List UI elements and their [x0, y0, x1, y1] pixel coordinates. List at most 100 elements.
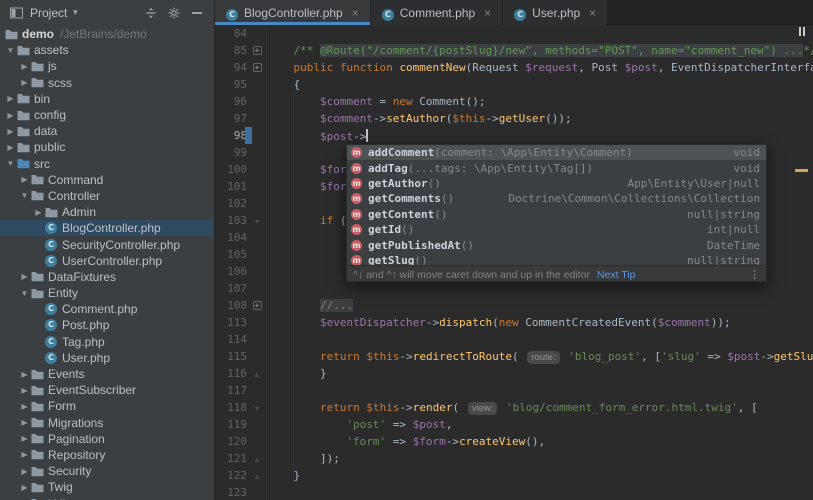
settings-gear-icon[interactable]: [165, 5, 183, 21]
chevron-expanded-icon[interactable]: ▼: [19, 191, 30, 200]
chevron-collapsed-icon[interactable]: ▶: [19, 272, 30, 281]
chevron-collapsed-icon[interactable]: ▶: [19, 450, 30, 459]
chevron-collapsed-icon[interactable]: ▶: [19, 418, 30, 427]
completion-item-addcomment[interactable]: maddComment(comment: \App\Entity\Comment…: [347, 145, 766, 160]
tree-item-tag-php[interactable]: CTag.php: [0, 334, 214, 350]
tab-close-icon[interactable]: ×: [352, 7, 359, 19]
chevron-expanded-icon[interactable]: ▼: [5, 46, 16, 55]
fold-expand-down-icon[interactable]: ▿: [254, 217, 259, 227]
tree-item-form[interactable]: ▶Form: [0, 398, 214, 414]
chevron-collapsed-icon[interactable]: ▶: [19, 175, 30, 184]
chevron-down-icon[interactable]: ▼: [71, 8, 79, 17]
tree-item-user-php[interactable]: CUser.php: [0, 350, 214, 366]
code-line-97[interactable]: 97$comment->setAuthor($this->getUser());: [215, 110, 813, 127]
tree-item-twig[interactable]: ▶Twig: [0, 479, 214, 495]
tree-item-repository[interactable]: ▶Repository: [0, 447, 214, 463]
tab-comment-php[interactable]: CComment.php×: [371, 0, 502, 25]
tree-item-command[interactable]: ▶Command: [0, 172, 214, 188]
tree-item-post-php[interactable]: CPost.php: [0, 317, 214, 333]
code-line-116[interactable]: 116▵}: [215, 365, 813, 382]
code-line-113[interactable]: 113$eventDispatcher->dispatch(new Commen…: [215, 314, 813, 331]
fold-expand-up-icon[interactable]: ▵: [254, 455, 259, 465]
tree-item-config[interactable]: ▶config: [0, 107, 214, 123]
chevron-collapsed-icon[interactable]: ▶: [5, 127, 16, 136]
project-panel-title[interactable]: Project: [30, 6, 67, 20]
completion-item-getid[interactable]: mgetId()int|null: [347, 222, 766, 237]
next-tip-link[interactable]: Next Tip: [597, 269, 636, 281]
tab-close-icon[interactable]: ×: [484, 7, 491, 19]
completion-item-getslug[interactable]: mgetSlug()null|string: [347, 253, 766, 265]
tree-item-pagination[interactable]: ▶Pagination: [0, 431, 214, 447]
tree-item-entity[interactable]: ▼Entity: [0, 285, 214, 301]
inspection-marks-icon[interactable]: [799, 27, 805, 36]
tab-close-icon[interactable]: ×: [589, 7, 596, 19]
code-line-120[interactable]: 120'form' => $form->createView(),: [215, 433, 813, 450]
chevron-collapsed-icon[interactable]: ▶: [19, 370, 30, 379]
chevron-collapsed-icon[interactable]: ▶: [19, 386, 30, 395]
fold-collapsed-icon[interactable]: +: [253, 301, 262, 310]
chevron-collapsed-icon[interactable]: ▶: [5, 143, 16, 152]
fold-expand-up-icon[interactable]: ▵: [254, 472, 259, 482]
fold-expand-down-icon[interactable]: ▿: [254, 404, 259, 414]
chevron-collapsed-icon[interactable]: ▶: [5, 111, 16, 120]
tree-item-datafixtures[interactable]: ▶DataFixtures: [0, 269, 214, 285]
tree-item-assets[interactable]: ▼assets: [0, 42, 214, 58]
chevron-expanded-icon[interactable]: ▼: [19, 289, 30, 298]
code-line-121[interactable]: 121▵]);: [215, 450, 813, 467]
code-line-84[interactable]: 84: [215, 25, 813, 42]
tree-item-data[interactable]: ▶data: [0, 123, 214, 139]
tree-item-events[interactable]: ▶Events: [0, 366, 214, 382]
tree-item-usercontroller-php[interactable]: CUserController.php: [0, 253, 214, 269]
tree-item-eventsubscriber[interactable]: ▶EventSubscriber: [0, 382, 214, 398]
tree-item-bin[interactable]: ▶bin: [0, 91, 214, 107]
tree-item-scss[interactable]: ▶scss: [0, 75, 214, 91]
fold-expand-up-icon[interactable]: ▵: [254, 370, 259, 380]
code-line-98[interactable]: 98$post->: [215, 127, 813, 144]
completion-item-getauthor[interactable]: mgetAuthor()App\Entity\User|null: [347, 176, 766, 191]
code-line-119[interactable]: 119'post' => $post,: [215, 416, 813, 433]
code-line-96[interactable]: 96$comment = new Comment();: [215, 93, 813, 110]
chevron-collapsed-icon[interactable]: ▶: [19, 467, 30, 476]
tree-item-comment-php[interactable]: CComment.php: [0, 301, 214, 317]
project-pane-icon[interactable]: [7, 5, 25, 21]
tree-item-blogcontroller-php[interactable]: CBlogController.php: [0, 220, 214, 236]
collapse-panels-icon[interactable]: [142, 5, 160, 21]
hide-panel-icon[interactable]: [188, 5, 206, 21]
code-line-114[interactable]: 114: [215, 331, 813, 348]
tree-item-security[interactable]: ▶Security: [0, 463, 214, 479]
code-line-123[interactable]: 123: [215, 484, 813, 500]
warning-stripe-mark[interactable]: [795, 169, 808, 172]
chevron-collapsed-icon[interactable]: ▶: [5, 94, 16, 103]
chevron-collapsed-icon[interactable]: ▶: [19, 62, 30, 71]
chevron-collapsed-icon[interactable]: ▶: [19, 483, 30, 492]
tree-item-securitycontroller-php[interactable]: CSecurityController.php: [0, 236, 214, 252]
code-line-118[interactable]: 118▿return $this->render( view: 'blog/co…: [215, 399, 813, 416]
code-line-108[interactable]: 108+//...: [215, 297, 813, 314]
tree-item-src[interactable]: ▼src: [0, 156, 214, 172]
code-line-122[interactable]: 122▵}: [215, 467, 813, 484]
code-line-107[interactable]: 107: [215, 280, 813, 297]
tree-item-migrations[interactable]: ▶Migrations: [0, 415, 214, 431]
tree-item-demo[interactable]: demo/JetBrains/demo: [0, 26, 214, 42]
completion-item-addtag[interactable]: maddTag(...tags: \App\Entity\Tag[])void: [347, 160, 766, 175]
tab-blogcontroller-php[interactable]: CBlogController.php×: [215, 0, 370, 25]
more-options-icon[interactable]: ⋮: [749, 268, 760, 281]
code-line-85[interactable]: 85+/** @Route("/comment/{postSlug}/new",…: [215, 42, 813, 59]
completion-item-getpublishedat[interactable]: mgetPublishedAt()DateTime: [347, 237, 766, 252]
chevron-collapsed-icon[interactable]: ▶: [33, 208, 44, 217]
fold-collapsed-icon[interactable]: +: [253, 46, 262, 55]
code-line-115[interactable]: 115return $this->redirectToRoute( route:…: [215, 348, 813, 365]
chevron-expanded-icon[interactable]: ▼: [5, 159, 16, 168]
code-line-117[interactable]: 117: [215, 382, 813, 399]
chevron-collapsed-icon[interactable]: ▶: [19, 434, 30, 443]
code-editor[interactable]: 8485+/** @Route("/comment/{postSlug}/new…: [215, 25, 813, 500]
tree-item-controller[interactable]: ▼Controller: [0, 188, 214, 204]
chevron-collapsed-icon[interactable]: ▶: [19, 402, 30, 411]
completion-item-getcomments[interactable]: mgetComments()Doctrine\Common\Collection…: [347, 191, 766, 206]
tree-item-public[interactable]: ▶public: [0, 139, 214, 155]
tab-user-php[interactable]: CUser.php×: [503, 0, 607, 25]
code-line-94[interactable]: 94+public function commentNew(Request $r…: [215, 59, 813, 76]
tree-item-admin[interactable]: ▶Admin: [0, 204, 214, 220]
tree-item-utils[interactable]: ▶Utils: [0, 495, 214, 500]
tree-item-js[interactable]: ▶js: [0, 58, 214, 74]
